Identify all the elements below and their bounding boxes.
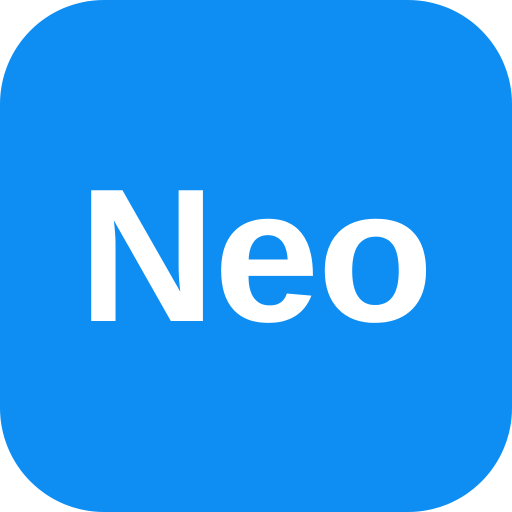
app-icon-tile[interactable]: Neo (0, 0, 512, 512)
app-icon-wordmark: Neo (78, 150, 434, 362)
